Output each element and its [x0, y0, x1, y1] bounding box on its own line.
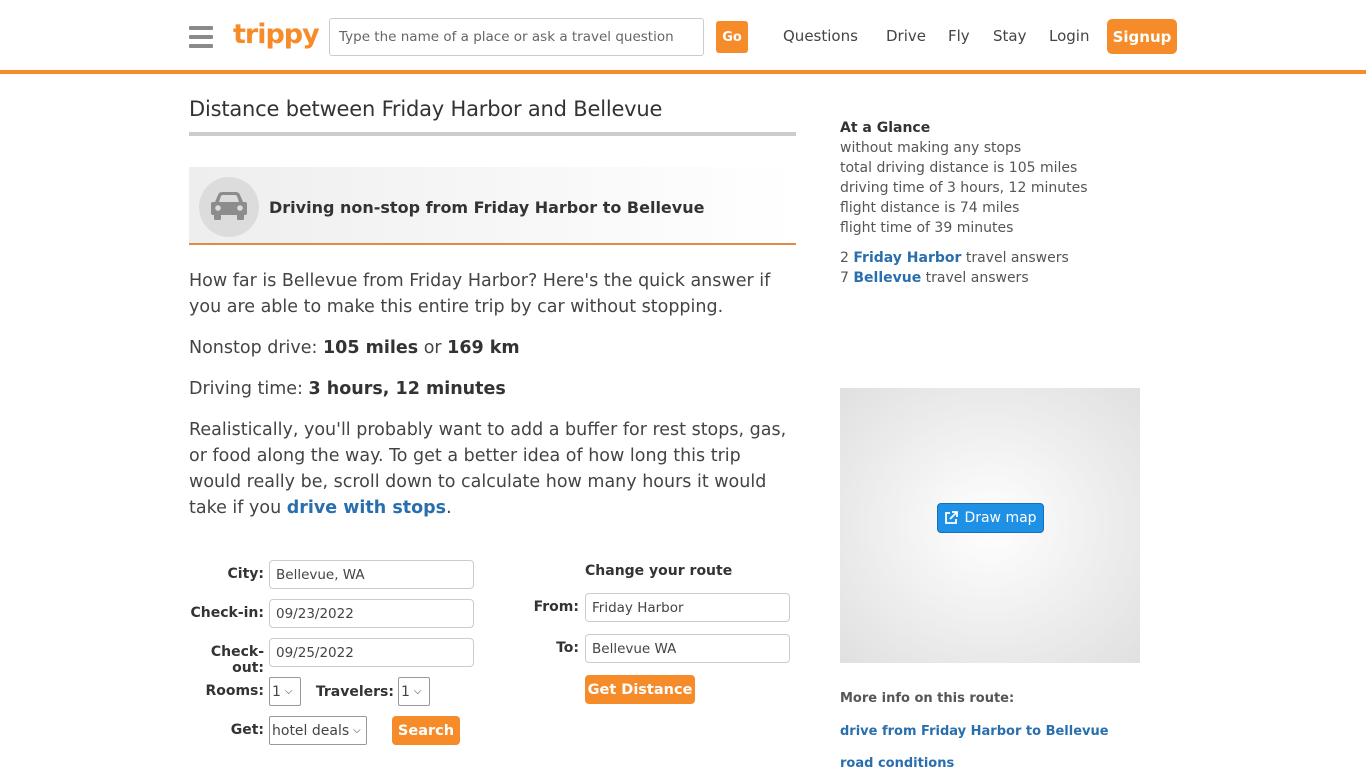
- from-input[interactable]: [585, 593, 790, 622]
- chevron-down-icon: ⌵: [284, 686, 293, 697]
- drive-with-stops-link[interactable]: drive with stops: [287, 498, 446, 518]
- checkin-label: Check-in:: [190, 605, 264, 621]
- to-input[interactable]: [585, 634, 790, 663]
- friday-harbor-link[interactable]: Friday Harbor: [853, 250, 961, 266]
- travelers-label: Travelers:: [315, 684, 394, 700]
- from-label: From:: [533, 599, 579, 615]
- driving-time-label: Driving time:: [189, 379, 309, 399]
- glance-line: flight distance is 74 miles: [840, 200, 1020, 216]
- intro-text: How far is Bellevue from Friday Harbor? …: [189, 271, 771, 317]
- bellevue-link[interactable]: Bellevue: [853, 270, 921, 286]
- nonstop-miles: 105 miles: [323, 338, 419, 358]
- drive-route-link[interactable]: drive from Friday Harbor to Bellevue: [840, 724, 1109, 739]
- glance-line: total driving distance is 105 miles: [840, 160, 1078, 176]
- car-icon-badge: [199, 177, 259, 237]
- rooms-select[interactable]: 1 ⌵: [269, 677, 301, 706]
- rooms-label: Rooms:: [205, 683, 264, 699]
- driving-time: Driving time: 3 hours, 12 minutes: [189, 376, 796, 402]
- nav-stay[interactable]: Stay: [993, 27, 1026, 45]
- travelers-select[interactable]: 1 ⌵: [398, 677, 430, 706]
- to-label: To:: [556, 640, 579, 656]
- rooms-value: 1: [272, 683, 281, 700]
- nonstop-drive: Nonstop drive: 105 miles or 169 km: [189, 335, 796, 361]
- nonstop-km: 169 km: [447, 338, 520, 358]
- glance-line: flight time of 39 minutes: [840, 220, 1014, 236]
- answer-suffix: travel answers: [921, 270, 1029, 286]
- answer-count: 7: [840, 270, 849, 286]
- search-input[interactable]: [329, 18, 704, 56]
- answer-suffix: travel answers: [961, 250, 1069, 266]
- nav-fly[interactable]: Fly: [948, 27, 970, 45]
- driving-time-value: 3 hours, 12 minutes: [308, 379, 506, 399]
- answer-count: 2: [840, 250, 849, 266]
- more-info-heading: More info on this route:: [840, 691, 1015, 706]
- realistic-body: Realistically, you'll probably want to a…: [189, 420, 787, 518]
- get-value: hotel deals: [272, 722, 350, 739]
- get-select[interactable]: hotel deals ⌵: [269, 716, 367, 745]
- chevron-down-icon: ⌵: [353, 725, 361, 736]
- nav-login[interactable]: Login: [1049, 27, 1089, 45]
- road-conditions-link[interactable]: road conditions: [840, 756, 954, 768]
- travelers-value: 1: [401, 683, 410, 700]
- drive-banner: Driving non-stop from Friday Harbor to B…: [189, 167, 796, 245]
- page-title: Distance between Friday Harbor and Belle…: [189, 97, 663, 121]
- answers-bellevue: 7 Bellevue travel answers: [840, 268, 1088, 288]
- at-a-glance: At a Glance without making any stops tot…: [840, 118, 1088, 288]
- nav-questions[interactable]: Questions: [783, 27, 858, 45]
- nonstop-or: or: [418, 338, 448, 358]
- chevron-down-icon: ⌵: [413, 686, 422, 697]
- draw-map-label: Draw map: [964, 510, 1037, 526]
- glance-title: At a Glance: [840, 120, 931, 136]
- menu-icon[interactable]: [189, 26, 213, 48]
- site-header: trippy Go Questions Drive Fly Stay Login…: [0, 0, 1366, 74]
- nonstop-label: Nonstop drive:: [189, 338, 323, 358]
- checkout-label: Check-out:: [210, 644, 264, 676]
- realistic-end: .: [446, 498, 452, 518]
- glance-line: driving time of 3 hours, 12 minutes: [840, 180, 1088, 196]
- city-input[interactable]: [269, 560, 474, 589]
- title-divider: [189, 132, 796, 136]
- get-distance-button[interactable]: Get Distance: [585, 675, 695, 704]
- draw-map-button[interactable]: Draw map: [937, 503, 1044, 533]
- banner-heading: Driving non-stop from Friday Harbor to B…: [269, 198, 705, 217]
- external-link-icon: [945, 511, 959, 524]
- checkout-input[interactable]: [269, 638, 474, 667]
- answers-friday-harbor: 2 Friday Harbor travel answers: [840, 248, 1088, 268]
- logo[interactable]: trippy: [233, 19, 320, 50]
- car-icon: [211, 192, 247, 220]
- search-button[interactable]: Search: [392, 716, 460, 745]
- go-button[interactable]: Go: [716, 21, 748, 53]
- city-label: City:: [227, 566, 265, 582]
- nav-drive[interactable]: Drive: [886, 27, 926, 45]
- glance-line: without making any stops: [840, 140, 1022, 156]
- checkin-input[interactable]: [269, 599, 474, 628]
- signup-button[interactable]: Signup: [1107, 19, 1177, 54]
- route-heading: Change your route: [585, 563, 733, 579]
- realistic-text: Realistically, you'll probably want to a…: [189, 417, 796, 521]
- map-placeholder: Draw map: [840, 388, 1140, 663]
- get-label: Get:: [230, 722, 264, 738]
